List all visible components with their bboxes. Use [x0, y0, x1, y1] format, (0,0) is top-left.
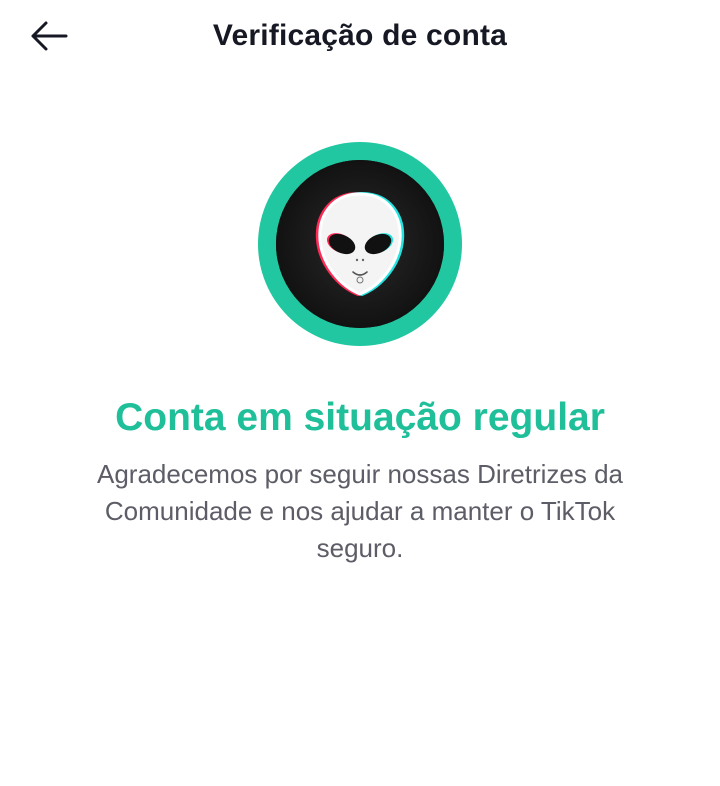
- page-title: Verificação de conta: [212, 19, 508, 52]
- status-heading: Conta em situação regular: [115, 396, 605, 439]
- avatar-ring: [258, 142, 462, 346]
- alien-face-icon: [276, 160, 444, 328]
- header-bar: Verificação de conta: [0, 0, 720, 72]
- avatar: [276, 160, 444, 328]
- status-description: Agradecemos por seguir nossas Diretrizes…: [96, 459, 624, 563]
